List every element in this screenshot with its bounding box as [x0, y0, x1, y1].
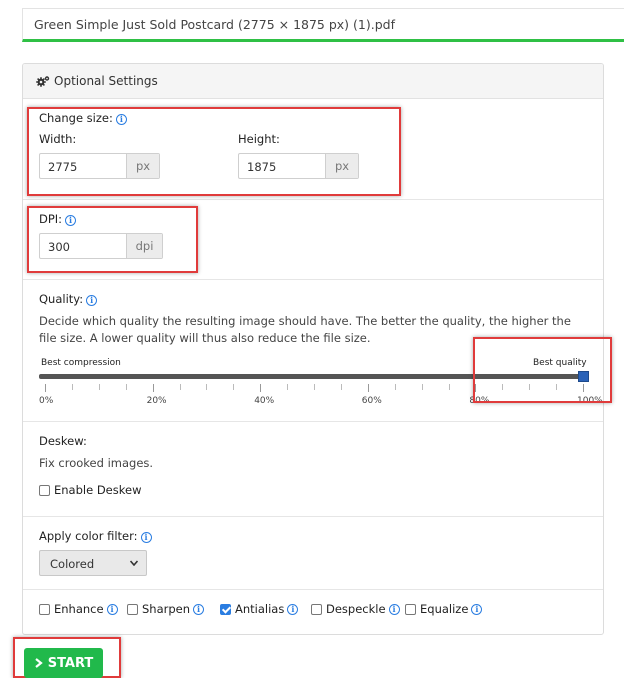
change-size-label: Change size: i	[39, 111, 127, 125]
quality-description: Decide which quality the resulting image…	[39, 314, 571, 345]
dpi-label: DPI: i	[39, 212, 77, 226]
deskew-description: Fix crooked images.	[39, 456, 154, 470]
slider-tick	[314, 384, 315, 390]
width-value[interactable]: 2775	[40, 154, 126, 178]
checkbox-box[interactable]	[405, 603, 416, 615]
height-input[interactable]: 1875 px	[238, 153, 359, 179]
slider-tick	[529, 384, 531, 390]
slider-tick	[421, 384, 423, 390]
slider-tick	[448, 384, 450, 390]
info-icon[interactable]: i	[471, 603, 483, 615]
quality-slider-handle[interactable]	[578, 371, 589, 382]
slider-percent-label: 100%	[577, 396, 603, 406]
slider-percent-label: 60%	[361, 396, 382, 406]
slider-tick	[287, 384, 289, 390]
slider-tick	[98, 384, 100, 390]
deskew-label: Deskew:	[39, 434, 87, 448]
checkbox-box[interactable]	[311, 603, 322, 615]
info-icon[interactable]: i	[287, 603, 299, 615]
checkbox-label: Equalize	[420, 602, 469, 616]
slider-tick	[260, 384, 262, 392]
quality-slider-track[interactable]	[39, 374, 585, 379]
chevron-down-icon	[130, 560, 138, 566]
height-value[interactable]: 1875	[239, 154, 325, 178]
width-unit: px	[126, 154, 159, 178]
option-equalize-checkbox[interactable]: Equalize i	[405, 602, 483, 616]
info-icon[interactable]: i	[193, 603, 205, 615]
option-enhance-checkbox[interactable]: Enhance i	[39, 602, 118, 616]
slider-tick	[367, 384, 369, 392]
enable-deskew-checkbox[interactable]: Enable Deskew	[39, 483, 141, 497]
checkbox-box[interactable]	[220, 603, 231, 615]
info-icon[interactable]: i	[388, 603, 400, 615]
slider-percent-label: 80%	[469, 396, 490, 406]
info-icon[interactable]: i	[65, 215, 77, 226]
option-despeckle-checkbox[interactable]: Despeckle i	[311, 602, 400, 616]
start-label: START	[47, 655, 94, 671]
panel-title: Optional Settings	[54, 74, 158, 88]
checkbox-label: Antialias	[235, 602, 285, 616]
checkbox-box[interactable]	[127, 603, 138, 615]
dpi-unit: dpi	[126, 234, 162, 258]
gears-icon	[36, 76, 50, 87]
height-label: Height:	[238, 132, 280, 146]
slider-tick	[475, 384, 477, 392]
slider-percent-label: 0%	[39, 396, 54, 406]
checkbox-box[interactable]	[39, 603, 50, 615]
slider-tick	[152, 384, 154, 392]
file-name-bar: Green Simple Just Sold Postcard (2775 × …	[22, 8, 624, 42]
option-antialias-checkbox[interactable]: Antialias i	[220, 602, 299, 616]
file-name: Green Simple Just Sold Postcard (2775 × …	[34, 17, 395, 32]
slider-tick	[340, 384, 342, 390]
color-filter-label: Apply color filter: i	[39, 529, 152, 543]
checkbox-label: Sharpen	[142, 602, 191, 616]
info-icon[interactable]: i	[106, 603, 118, 615]
optional-settings-panel: Optional Settings Change size: i Width: H…	[22, 63, 604, 635]
dpi-input[interactable]: 300 dpi	[39, 233, 163, 259]
slider-tick	[502, 384, 504, 390]
slider-tick	[45, 384, 46, 392]
checkbox-label: Despeckle	[326, 602, 386, 616]
option-sharpen-checkbox[interactable]: Sharpen i	[127, 602, 205, 616]
checkbox-box[interactable]	[39, 484, 50, 496]
selected-option: Colored	[50, 557, 95, 571]
quality-label: Quality: i	[39, 292, 98, 306]
chevron-right-icon	[35, 658, 43, 668]
height-unit: px	[325, 154, 358, 178]
checkbox-label: Enhance	[54, 602, 104, 616]
slider-tick	[556, 384, 558, 390]
best-compression-label: Best compression	[41, 358, 121, 368]
slider-tick	[71, 384, 73, 390]
quality-section	[23, 280, 603, 422]
slider-percent-label: 40%	[254, 396, 275, 406]
slider-percent-label: 20%	[146, 396, 167, 406]
slider-tick	[206, 384, 208, 390]
width-label: Width:	[39, 132, 77, 146]
info-icon[interactable]: i	[86, 295, 98, 306]
slider-tick	[179, 384, 181, 390]
slider-tick	[394, 384, 396, 390]
width-input[interactable]: 2775 px	[39, 153, 160, 179]
dpi-value[interactable]: 300	[40, 234, 126, 258]
best-quality-label: Best quality	[533, 358, 587, 368]
info-icon[interactable]: i	[115, 114, 127, 125]
start-button[interactable]: START	[24, 648, 103, 678]
slider-tick	[233, 384, 235, 390]
slider-tick	[583, 384, 584, 392]
slider-tick	[125, 384, 127, 390]
panel-header: Optional Settings	[23, 64, 603, 99]
color-filter-select[interactable]: Colored	[39, 550, 147, 576]
checkbox-label: Enable Deskew	[54, 483, 142, 497]
info-icon[interactable]: i	[140, 532, 152, 543]
